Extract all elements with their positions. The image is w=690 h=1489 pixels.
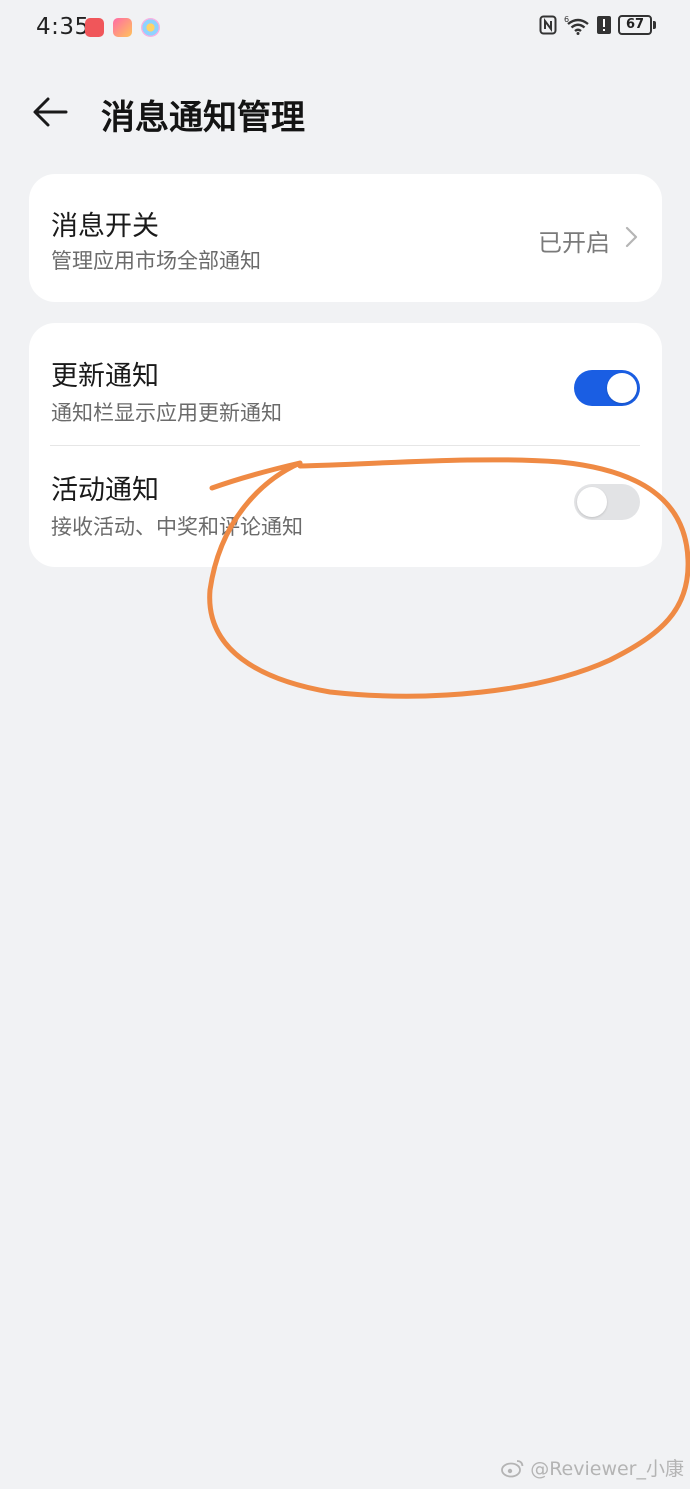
message-switch-card[interactable]: 消息开关 管理应用市场全部通知 已开启	[29, 174, 662, 302]
app-notification-icon	[141, 18, 160, 37]
wifi-icon: 6	[564, 15, 589, 35]
back-arrow-icon[interactable]	[28, 88, 76, 136]
status-time: 4:35	[36, 14, 90, 40]
watermark: @Reviewer_小康	[501, 1454, 684, 1481]
chevron-right-icon	[625, 226, 638, 248]
update-notice-toggle[interactable]	[574, 370, 640, 406]
weibo-icon	[501, 1459, 524, 1477]
page-title: 消息通知管理	[101, 98, 305, 138]
update-notice-subtitle: 通知栏显示应用更新通知	[51, 401, 282, 425]
row-divider	[50, 445, 640, 446]
toggle-knob	[607, 373, 637, 403]
battery-icon: 67	[618, 15, 656, 35]
activity-notice-subtitle: 接收活动、中奖和评论通知	[51, 515, 303, 539]
system-icons: 6 67	[539, 15, 656, 35]
alert-icon	[597, 16, 611, 34]
activity-notice-title: 活动通知	[51, 475, 159, 506]
status-bar: 4:35 6 67	[0, 0, 690, 58]
watermark-text: @Reviewer_小康	[530, 1458, 684, 1480]
message-switch-title: 消息开关	[51, 211, 159, 242]
message-switch-status: 已开启	[538, 229, 610, 257]
message-switch-subtitle: 管理应用市场全部通知	[51, 249, 261, 273]
nfc-icon	[539, 15, 557, 35]
notification-icons	[85, 18, 160, 37]
notice-settings-card: 更新通知 通知栏显示应用更新通知 活动通知 接收活动、中奖和评论通知	[29, 323, 662, 567]
page-header: 消息通知管理	[0, 80, 690, 144]
toggle-knob	[577, 487, 607, 517]
app-notification-icon	[113, 18, 132, 37]
app-notification-icon	[85, 18, 104, 37]
update-notice-title: 更新通知	[51, 361, 159, 392]
activity-notice-toggle[interactable]	[574, 484, 640, 520]
